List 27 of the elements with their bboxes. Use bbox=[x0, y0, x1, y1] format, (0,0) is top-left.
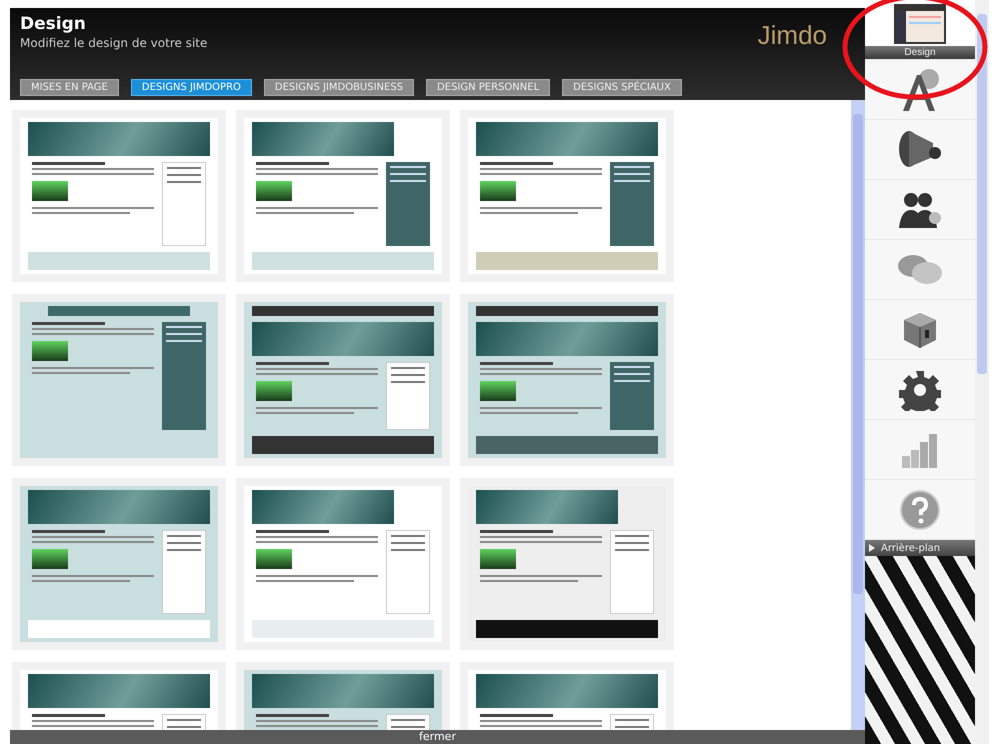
design-card[interactable] bbox=[236, 110, 450, 282]
layout-icon bbox=[894, 4, 946, 44]
design-card[interactable] bbox=[12, 478, 226, 650]
sidebar-item[interactable]: Design bbox=[865, 0, 975, 60]
scrollbar[interactable] bbox=[975, 0, 989, 744]
zebra-pattern-preview[interactable] bbox=[865, 556, 975, 744]
close-button[interactable]: fermer bbox=[415, 730, 460, 744]
design-card[interactable] bbox=[236, 478, 450, 650]
help-icon bbox=[899, 488, 941, 530]
category-tab[interactable]: DESIGN PERSONNEL bbox=[426, 79, 550, 96]
design-card[interactable] bbox=[460, 110, 674, 282]
logo: Jimdo bbox=[758, 20, 827, 51]
scrollbar[interactable] bbox=[851, 100, 865, 730]
category-tab[interactable]: DESIGNS JIMDOBUSINESS bbox=[264, 79, 414, 96]
panel-subtitle: Modifiez le design de votre site bbox=[20, 36, 208, 50]
category-tab[interactable]: DESIGNS SPÉCIAUX bbox=[562, 79, 682, 96]
section-label: Arrière-plan bbox=[881, 542, 940, 554]
category-tab[interactable]: MISES EN PAGE bbox=[20, 79, 119, 96]
settings-icon bbox=[899, 368, 941, 410]
expand-arrow-icon bbox=[869, 544, 875, 552]
panel-title: Design bbox=[20, 14, 87, 34]
design-card[interactable] bbox=[460, 478, 674, 650]
section-header[interactable]: Arrière-plan bbox=[865, 540, 975, 556]
design-card[interactable] bbox=[12, 110, 226, 282]
design-card[interactable] bbox=[236, 294, 450, 466]
design-card[interactable] bbox=[460, 294, 674, 466]
category-tab[interactable]: DESIGNS JIMDOPRO bbox=[130, 79, 252, 96]
